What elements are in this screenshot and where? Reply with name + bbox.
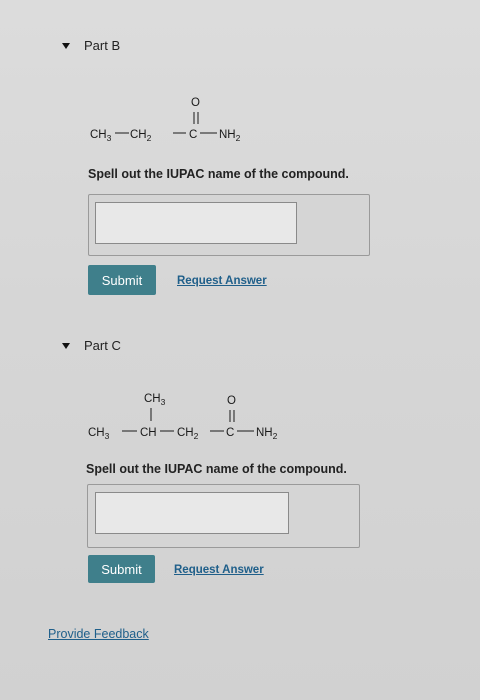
part-b-request-answer-link[interactable]: Request Answer — [177, 275, 267, 287]
part-b-structure: O CH3 CH2 C NH2 — [88, 92, 288, 157]
nh2-group: NH2 — [256, 427, 278, 441]
part-c-prompt: Spell out the IUPAC name of the compound… — [86, 462, 347, 476]
oxygen-atom: O — [191, 97, 200, 109]
part-b-prompt: Spell out the IUPAC name of the compound… — [88, 167, 349, 181]
part-b-answer-box — [88, 194, 370, 256]
part-c-answer-input[interactable] — [95, 492, 289, 534]
part-b-submit-button[interactable]: Submit — [88, 265, 156, 295]
part-c-header[interactable]: Part C — [62, 338, 121, 353]
oxygen-atom: O — [227, 395, 236, 407]
part-c-submit-button[interactable]: Submit — [88, 555, 155, 583]
part-c-title: Part C — [84, 338, 121, 353]
part-c-request-answer-link[interactable]: Request Answer — [174, 564, 264, 576]
ch3-group: CH3 — [90, 129, 112, 143]
part-c-answer-box — [87, 484, 360, 548]
part-b-answer-input[interactable] — [95, 202, 297, 244]
provide-feedback-link[interactable]: Provide Feedback — [48, 627, 149, 641]
collapse-caret-icon[interactable] — [62, 42, 70, 49]
branch-ch3-group: CH3 — [144, 393, 166, 407]
nh2-group: NH2 — [219, 129, 241, 143]
ch2-group: CH2 — [177, 427, 199, 441]
part-b-title: Part B — [84, 38, 121, 53]
part-c-structure: CH3 O CH3 CH CH2 C NH2 — [86, 388, 326, 455]
carbonyl-carbon: C — [226, 427, 234, 439]
collapse-caret-icon[interactable] — [62, 342, 70, 349]
ch3-group: CH3 — [88, 427, 110, 441]
part-b-header[interactable]: Part B — [62, 38, 120, 53]
carbonyl-carbon: C — [189, 129, 197, 141]
ch-group: CH — [140, 427, 157, 439]
ch2-group: CH2 — [130, 129, 152, 143]
